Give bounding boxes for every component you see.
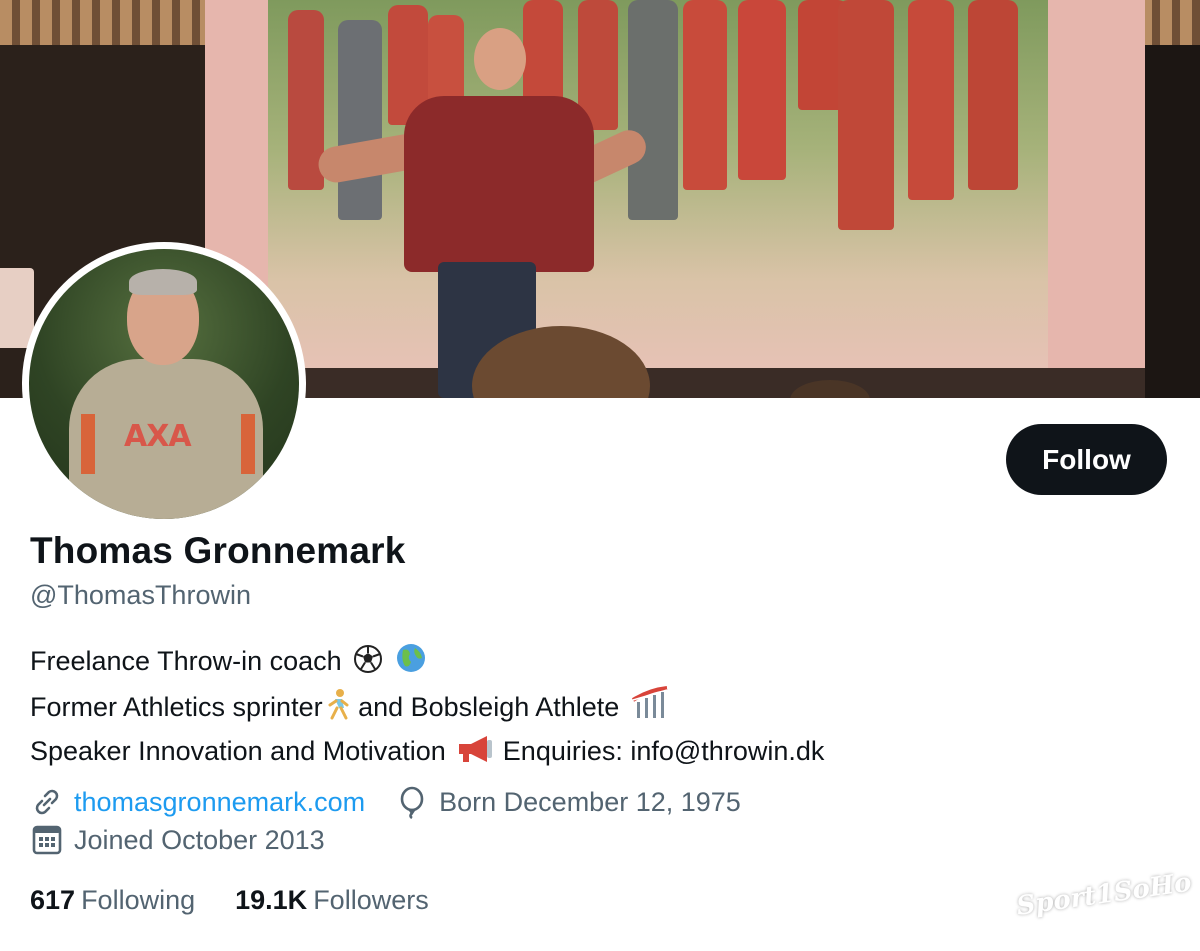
avatar-hair [129, 269, 197, 295]
birthday-item: Born December 12, 1975 [395, 785, 741, 820]
profile-bio: Freelance Throw-in coach Former Athletic… [30, 641, 824, 776]
bio-text: Freelance Throw-in coach [30, 646, 342, 676]
website-item: thomasgronnemark.com [30, 785, 365, 819]
following-count: 617 [30, 885, 76, 915]
bio-text: Enquiries: info@throwin.dk [495, 736, 825, 766]
following-stat[interactable]: 617 Following [30, 885, 195, 916]
soccer-ball-icon [353, 644, 383, 686]
profile-stats: 617 Following 19.1K Followers [30, 885, 469, 916]
screen-stage-edge [205, 368, 1145, 398]
bio-text: Speaker Innovation and Motivation [30, 736, 446, 766]
runner-icon [325, 688, 351, 732]
projected-training-photo [268, 0, 1048, 372]
followers-count: 19.1K [235, 885, 308, 915]
avatar-jacket-stripe [81, 414, 95, 474]
balloon-icon [395, 785, 429, 820]
joined-item: Joined October 2013 [30, 823, 325, 857]
speaker-body [404, 96, 594, 272]
globe-icon [395, 642, 427, 686]
profile-meta-row: Joined October 2013 [30, 823, 355, 857]
speaker-head [474, 28, 526, 90]
profile-name: Thomas Gronnemark [30, 530, 406, 571]
profile-avatar[interactable]: AXA [22, 242, 306, 526]
profile-handle: @ThomasThrowin [30, 580, 251, 610]
avatar-jacket-stripe [241, 414, 255, 474]
banner-wall-slats-right [1140, 0, 1200, 45]
bio-text: and Bobsleigh Athlete [350, 691, 620, 722]
website-link[interactable]: thomasgronnemark.com [74, 787, 365, 818]
watermark-logo: Sport1SoHo [1014, 867, 1194, 922]
bio-line: Former Athletics sprinter and Bobsleigh … [30, 685, 824, 732]
avatar-photo: AXA [29, 249, 299, 519]
avatar-sponsor-logo: AXA [124, 419, 192, 454]
joined-text: Joined October 2013 [74, 824, 325, 855]
bio-line: Speaker Innovation and Motivation Enquir… [30, 731, 824, 776]
follow-button[interactable]: Follow [1006, 424, 1167, 495]
birthday-text: Born December 12, 1975 [439, 786, 741, 817]
followers-label: Followers [313, 885, 429, 915]
calendar-icon [30, 823, 64, 857]
bio-line: Freelance Throw-in coach [30, 641, 824, 686]
megaphone-icon [455, 734, 495, 776]
banner-lectern [0, 268, 34, 348]
banner-wall-slats [0, 0, 210, 45]
followers-stat[interactable]: 19.1K Followers [235, 885, 429, 916]
bio-text: Former Athletics sprinter [30, 691, 323, 722]
link-icon [30, 785, 64, 819]
following-label: Following [81, 885, 196, 915]
bobsled-icon [631, 685, 669, 732]
profile-meta-row: thomasgronnemark.com Born December 12, 1… [30, 785, 771, 820]
